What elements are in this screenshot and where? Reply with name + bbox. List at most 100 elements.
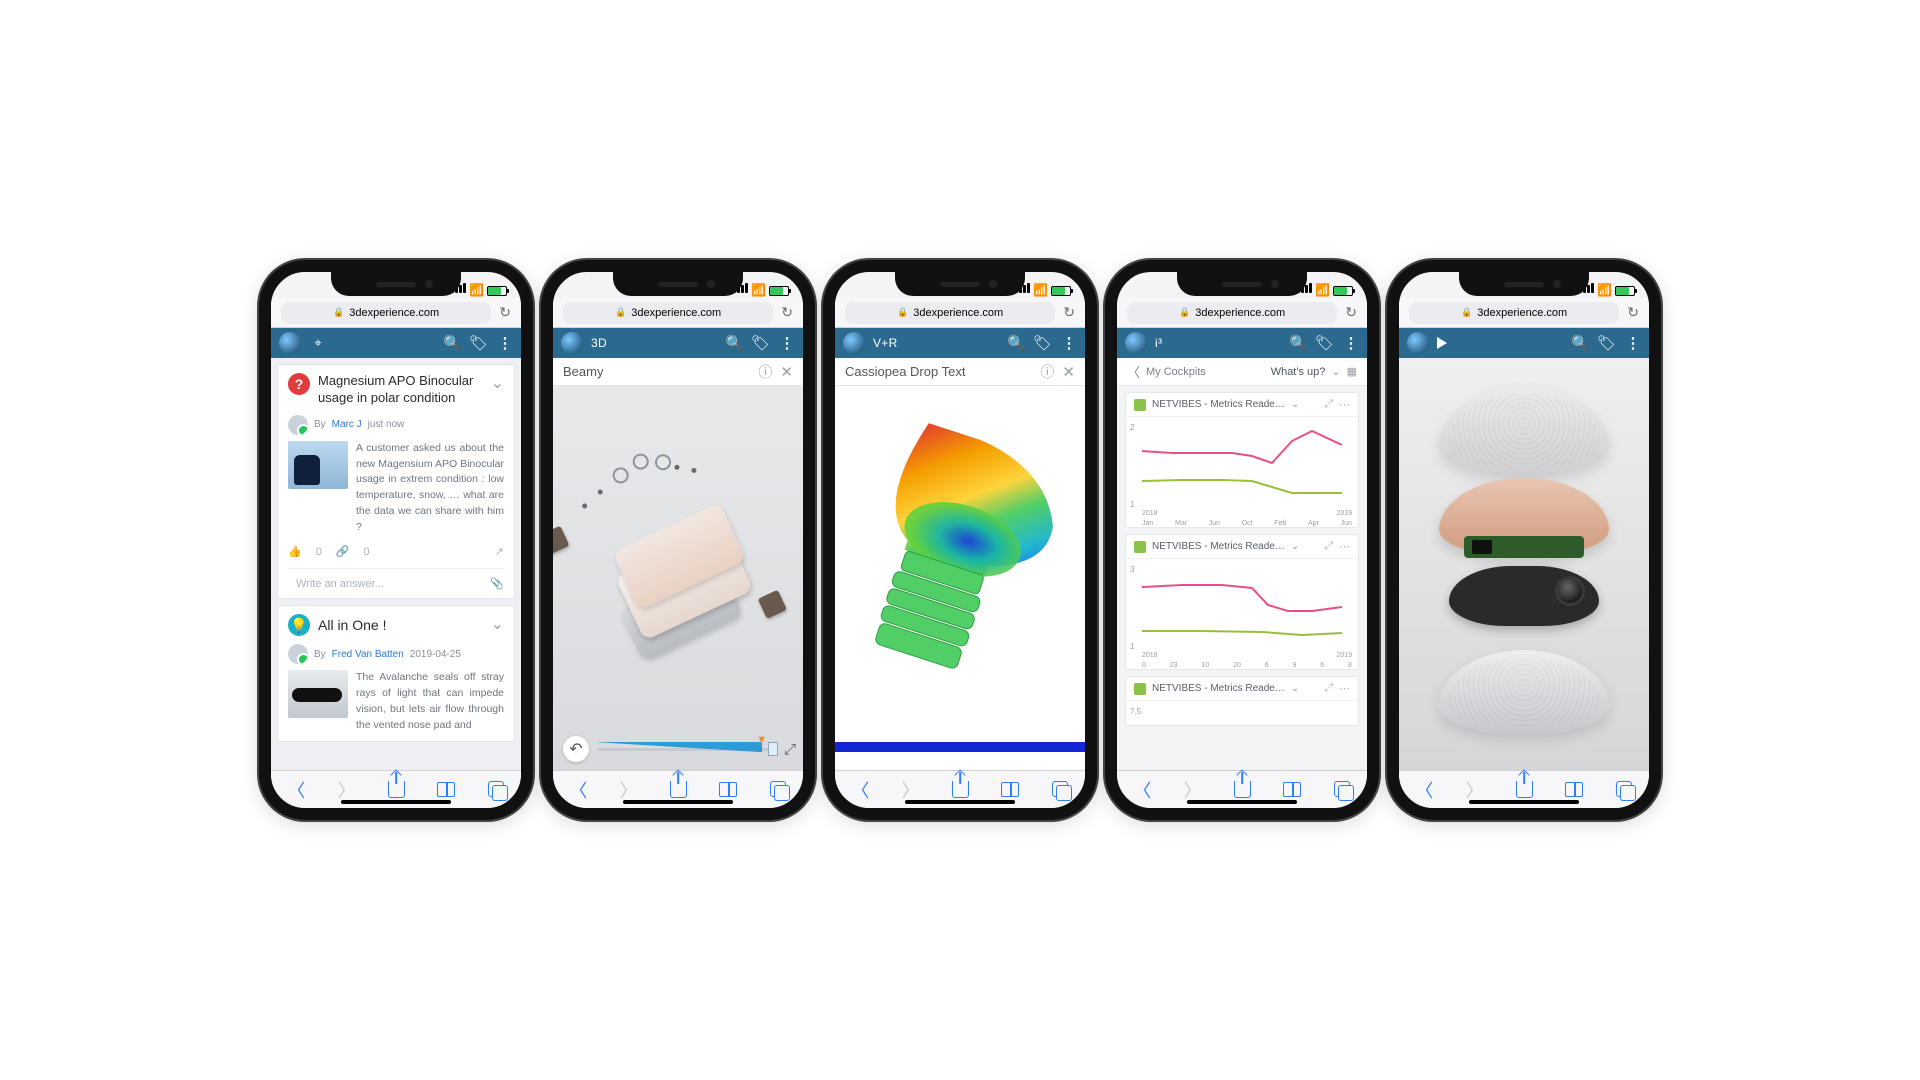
widget-more-icon[interactable]: ⋯ <box>1339 540 1350 553</box>
url-field[interactable]: 🔒 3dexperience.com <box>1127 302 1337 324</box>
share-icon[interactable] <box>1234 781 1251 798</box>
expand-icon[interactable]: ⤢ <box>1324 540 1333 553</box>
more-icon[interactable]: ⋮ <box>1623 334 1641 352</box>
tag-icon[interactable]: 🏷 <box>751 334 769 352</box>
reload-icon[interactable]: ↻ <box>1627 304 1639 321</box>
share-icon[interactable] <box>1516 781 1533 798</box>
search-icon[interactable]: 🔍 <box>1007 334 1025 352</box>
close-icon[interactable]: ✕ <box>1062 363 1075 381</box>
line-chart[interactable]: 31 0 23 10 20 6 9 6 8 20 <box>1126 559 1358 669</box>
forward-button[interactable]: 〉 <box>338 777 356 803</box>
widget-more-icon[interactable]: ⋯ <box>1339 398 1350 411</box>
reload-icon[interactable]: ↻ <box>781 304 793 321</box>
back-button[interactable]: 〈 <box>851 777 869 803</box>
chevron-down-icon[interactable]: ⌄ <box>1291 399 1299 410</box>
url-field[interactable]: 🔒 3dexperience.com <box>845 302 1055 324</box>
share-button[interactable]: ↗ <box>495 545 504 558</box>
info-icon[interactable]: ⓘ <box>1040 362 1054 382</box>
undo-button[interactable]: ↶ <box>563 736 589 762</box>
reload-icon[interactable]: ↻ <box>499 304 511 321</box>
info-icon[interactable]: ⓘ <box>758 362 772 382</box>
bookmarks-icon[interactable] <box>437 782 455 797</box>
render-viewport[interactable] <box>1399 358 1649 770</box>
tabs-icon[interactable] <box>1334 781 1351 798</box>
play-icon[interactable] <box>1437 337 1447 349</box>
forward-button[interactable]: 〉 <box>902 777 920 803</box>
dashboard-content[interactable]: NETVIBES - Metrics Reade… ⌄ ⤢ ⋯ 21 Jan M… <box>1117 386 1367 770</box>
explode-slider[interactable]: ▼ <box>597 748 776 751</box>
back-button[interactable]: 〈 <box>1415 777 1433 803</box>
tag-icon[interactable]: 🏷 <box>1597 334 1615 352</box>
post-title[interactable]: Magnesium APO Binocular usage in polar c… <box>318 373 483 407</box>
forward-button[interactable]: 〉 <box>1184 777 1202 803</box>
fit-view-icon[interactable]: ⤢ <box>784 741 793 758</box>
bookmarks-icon[interactable] <box>1001 782 1019 797</box>
share-icon[interactable] <box>670 781 687 798</box>
reload-icon[interactable]: ↻ <box>1345 304 1357 321</box>
attach-icon[interactable]: 📎 <box>490 577 504 590</box>
avatar[interactable] <box>288 415 308 435</box>
back-button[interactable]: 〈 <box>287 777 305 803</box>
more-icon[interactable]: ⋮ <box>495 334 513 352</box>
post-title[interactable]: All in One ! <box>318 616 483 634</box>
app-logo-icon[interactable] <box>843 332 865 354</box>
fea-result[interactable] <box>835 417 1085 723</box>
tag-icon[interactable]: 🏷 <box>1315 334 1333 352</box>
app-logo-icon[interactable] <box>279 332 301 354</box>
reload-icon[interactable]: ↻ <box>1063 304 1075 321</box>
more-icon[interactable]: ⋮ <box>1341 334 1359 352</box>
sim-viewport[interactable] <box>835 386 1085 770</box>
like-button[interactable]: 👍 <box>288 545 302 558</box>
forward-button[interactable]: 〉 <box>620 777 638 803</box>
search-icon[interactable]: 🔍 <box>1571 334 1589 352</box>
author-link[interactable]: Marc J <box>332 419 362 430</box>
expand-icon[interactable]: ⤢ <box>1324 682 1333 695</box>
back-button[interactable]: 〈 <box>1133 777 1151 803</box>
line-chart[interactable]: 21 Jan Mar Jun Oct Feb Apr Jun 20182 <box>1126 417 1358 527</box>
expand-icon[interactable]: ⤢ <box>1324 398 1333 411</box>
tabs-icon[interactable] <box>1616 781 1633 798</box>
back-button[interactable]: 〈 <box>569 777 587 803</box>
search-icon[interactable]: 🔍 <box>443 334 461 352</box>
url-field[interactable]: 🔒 3dexperience.com <box>1409 302 1619 324</box>
chevron-down-icon[interactable]: ⌄ <box>1291 541 1299 552</box>
close-icon[interactable]: ✕ <box>780 363 793 381</box>
more-icon[interactable]: ⋮ <box>1059 334 1077 352</box>
bookmarks-icon[interactable] <box>719 782 737 797</box>
tabs-icon[interactable] <box>770 781 787 798</box>
back-chevron-icon[interactable]: 〈 <box>1127 362 1140 381</box>
url-field[interactable]: 🔒 3dexperience.com <box>563 302 773 324</box>
tab-picker[interactable]: What's up? <box>1271 366 1326 378</box>
search-icon[interactable]: 🔍 <box>1289 334 1307 352</box>
widget-more-icon[interactable]: ⋯ <box>1339 682 1350 695</box>
forward-button[interactable]: 〉 <box>1466 777 1484 803</box>
cockpits-link[interactable]: My Cockpits <box>1146 366 1206 378</box>
share-icon[interactable] <box>388 781 405 798</box>
tag-icon[interactable]: 🏷 <box>469 334 487 352</box>
exploded-render[interactable] <box>1399 358 1649 770</box>
link-button[interactable]: 🔗 <box>336 545 350 558</box>
3d-viewport[interactable]: ↶ ▼ ⤢ <box>553 386 803 770</box>
chevron-down-icon[interactable]: ⌄ <box>1291 683 1299 694</box>
share-icon[interactable] <box>952 781 969 798</box>
tag-icon[interactable]: 🏷 <box>1033 334 1051 352</box>
chevron-down-icon[interactable]: ⌄ <box>491 373 504 393</box>
tabs-icon[interactable] <box>488 781 505 798</box>
avatar[interactable] <box>288 644 308 664</box>
app-logo-icon[interactable] <box>561 332 583 354</box>
post-thumb[interactable] <box>288 441 348 489</box>
tabs-icon[interactable] <box>1052 781 1069 798</box>
app-logo-icon[interactable] <box>1407 332 1429 354</box>
chevron-down-icon[interactable]: ⌄ <box>1331 365 1340 378</box>
search-icon[interactable]: 🔍 <box>725 334 743 352</box>
compass-icon[interactable]: ⌖ <box>309 335 327 351</box>
chevron-down-icon[interactable]: ⌄ <box>491 614 504 634</box>
author-link[interactable]: Fred Van Batten <box>332 649 404 660</box>
grid-icon[interactable]: ▦ <box>1347 365 1357 378</box>
app-logo-icon[interactable] <box>1125 332 1147 354</box>
bookmarks-icon[interactable] <box>1565 782 1583 797</box>
bookmarks-icon[interactable] <box>1283 782 1301 797</box>
answer-input[interactable]: Write an answer... <box>296 578 482 590</box>
post-thumb[interactable] <box>288 670 348 718</box>
line-chart[interactable]: 7.5 <box>1126 701 1358 725</box>
